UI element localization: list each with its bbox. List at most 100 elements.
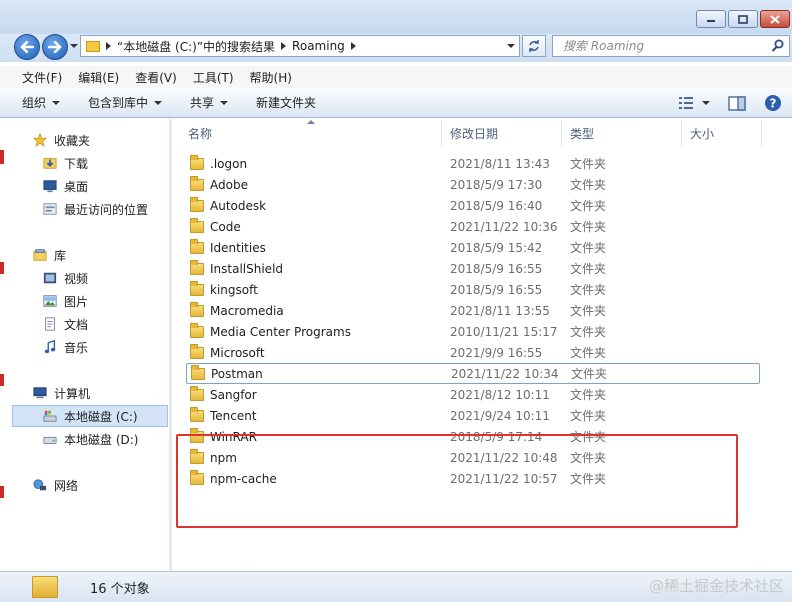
back-button[interactable] bbox=[14, 34, 40, 60]
nav-documents[interactable]: 文档 bbox=[12, 313, 168, 335]
window-controls bbox=[696, 10, 790, 28]
background-artifact bbox=[0, 374, 4, 386]
network-icon bbox=[33, 479, 47, 491]
file-date: 2018/5/9 17:30 bbox=[450, 177, 543, 192]
column-header-size-label: 大小 bbox=[690, 126, 715, 141]
forward-button[interactable] bbox=[42, 34, 68, 60]
preview-pane-icon[interactable] bbox=[728, 95, 746, 111]
organize-button[interactable]: 组织 bbox=[22, 94, 61, 111]
nav-music-label: 音乐 bbox=[64, 340, 89, 355]
new-folder-label: 新建文件夹 bbox=[256, 96, 317, 110]
include-in-library-label: 包含到库中 bbox=[88, 96, 149, 110]
file-date: 2010/11/21 15:17 bbox=[450, 324, 558, 339]
refresh-icon bbox=[529, 40, 539, 52]
file-date: 2018/5/9 15:42 bbox=[450, 240, 543, 255]
nav-libraries[interactable]: 库 bbox=[12, 244, 168, 266]
search-input[interactable] bbox=[561, 38, 761, 54]
column-header-type[interactable]: 类型 bbox=[562, 119, 682, 147]
file-name: .logon bbox=[210, 156, 248, 171]
menu-edit[interactable]: 编辑(E) bbox=[70, 69, 127, 86]
nav-desktop[interactable]: 桌面 bbox=[12, 175, 168, 197]
organize-label: 组织 bbox=[22, 96, 47, 110]
table-row[interactable]: Tencent 2021/9/24 10:11 文件夹 bbox=[186, 405, 760, 426]
music-icon bbox=[44, 340, 56, 354]
file-name: kingsoft bbox=[210, 282, 258, 297]
recent-pages-dropdown[interactable] bbox=[70, 44, 78, 48]
file-date: 2021/9/9 16:55 bbox=[450, 345, 543, 360]
folder-icon bbox=[190, 175, 204, 191]
column-header-name[interactable]: 名称 bbox=[172, 119, 442, 147]
maximize-button[interactable] bbox=[728, 10, 758, 28]
menu-help[interactable]: 帮助(H) bbox=[242, 69, 300, 86]
file-name: Macromedia bbox=[210, 303, 284, 318]
column-header-size[interactable]: 大小 bbox=[682, 119, 762, 147]
folder-icon bbox=[190, 385, 204, 401]
share-button[interactable]: 共享 bbox=[190, 94, 229, 111]
close-button[interactable] bbox=[760, 10, 790, 28]
nav-documents-label: 文档 bbox=[64, 317, 89, 332]
breadcrumb-separator-icon[interactable] bbox=[350, 42, 356, 50]
minimize-button[interactable] bbox=[696, 10, 726, 28]
background-artifact bbox=[0, 150, 4, 164]
help-icon[interactable]: ? bbox=[764, 94, 782, 112]
search-box[interactable] bbox=[552, 35, 790, 57]
title-bar bbox=[0, 0, 792, 34]
table-row[interactable]: Autodesk 2018/5/9 16:40 文件夹 bbox=[186, 195, 760, 216]
include-in-library-button[interactable]: 包含到库中 bbox=[88, 94, 163, 111]
file-name: Microsoft bbox=[210, 345, 265, 360]
breadcrumb-separator-icon[interactable] bbox=[106, 42, 111, 50]
file-name: Tencent bbox=[210, 408, 257, 423]
documents-icon bbox=[45, 317, 55, 331]
table-row-focused[interactable]: Postman 2021/11/22 10:34 文件夹 bbox=[186, 363, 760, 384]
table-row[interactable]: Identities 2018/5/9 15:42 文件夹 bbox=[186, 237, 760, 258]
menu-file[interactable]: 文件(F) bbox=[14, 69, 70, 86]
new-folder-button[interactable]: 新建文件夹 bbox=[256, 94, 316, 111]
arrow-right-icon bbox=[48, 41, 62, 53]
table-row[interactable]: Code 2021/11/22 10:36 文件夹 bbox=[186, 216, 760, 237]
table-row[interactable]: .logon 2021/8/11 13:43 文件夹 bbox=[186, 153, 760, 174]
table-row[interactable]: InstallShield 2018/5/9 16:55 文件夹 bbox=[186, 258, 760, 279]
drive-icon bbox=[43, 436, 57, 444]
nav-videos[interactable]: 视频 bbox=[12, 267, 168, 289]
menu-tools[interactable]: 工具(T) bbox=[185, 69, 242, 86]
nav-network[interactable]: 网络 bbox=[12, 474, 168, 496]
folder-icon bbox=[191, 364, 205, 380]
nav-music[interactable]: 音乐 bbox=[12, 336, 168, 358]
video-icon bbox=[43, 272, 57, 284]
file-date: 2018/5/9 16:55 bbox=[450, 282, 543, 297]
nav-computer[interactable]: 计算机 bbox=[12, 382, 168, 404]
table-row[interactable]: Microsoft 2021/9/9 16:55 文件夹 bbox=[186, 342, 760, 363]
table-row[interactable]: Macromedia 2021/8/11 13:55 文件夹 bbox=[186, 300, 760, 321]
item-count: 16 个对象 bbox=[90, 581, 150, 597]
column-header-date[interactable]: 修改日期 bbox=[442, 119, 562, 147]
background-artifact bbox=[0, 262, 4, 274]
nav-recent-places[interactable]: 最近访问的位置 bbox=[12, 198, 168, 220]
table-row[interactable]: Adobe 2018/5/9 17:30 文件夹 bbox=[186, 174, 760, 195]
nav-drive-d[interactable]: 本地磁盘 (D:) bbox=[12, 428, 168, 450]
file-name: Autodesk bbox=[210, 198, 267, 213]
nav-videos-label: 视频 bbox=[64, 271, 89, 286]
folder-icon bbox=[190, 259, 204, 275]
breadcrumb-search-results[interactable]: “本地磁盘 (C:)”中的搜索结果 bbox=[117, 38, 275, 55]
watermark: @稀土掘金技术社区 bbox=[648, 577, 784, 595]
search-icon[interactable] bbox=[771, 39, 785, 53]
nav-pictures[interactable]: 图片 bbox=[12, 290, 168, 312]
table-row[interactable]: Sangfor 2021/8/12 10:11 文件夹 bbox=[186, 384, 760, 405]
refresh-button[interactable] bbox=[522, 35, 546, 57]
folder-icon bbox=[190, 322, 204, 338]
address-bar[interactable]: “本地磁盘 (C:)”中的搜索结果 Roaming bbox=[80, 35, 520, 57]
nav-favorites[interactable]: 收藏夹 bbox=[12, 129, 168, 151]
nav-downloads[interactable]: 下载 bbox=[12, 152, 168, 174]
address-dropdown-icon[interactable] bbox=[507, 44, 515, 48]
breadcrumb-roaming[interactable]: Roaming bbox=[292, 39, 345, 53]
table-row[interactable]: Media Center Programs 2010/11/21 15:17 文… bbox=[186, 321, 760, 342]
downloads-folder-icon bbox=[43, 158, 57, 169]
column-header-type-label: 类型 bbox=[570, 126, 595, 141]
nav-drive-c[interactable]: 本地磁盘 (C:) bbox=[12, 405, 168, 427]
file-date: 2021/11/22 10:36 bbox=[450, 219, 558, 234]
breadcrumb-separator-icon[interactable] bbox=[281, 42, 287, 50]
table-row[interactable]: kingsoft 2018/5/9 16:55 文件夹 bbox=[186, 279, 760, 300]
change-view-button[interactable] bbox=[678, 96, 710, 110]
file-type: 文件夹 bbox=[570, 178, 607, 192]
menu-view[interactable]: 查看(V) bbox=[127, 69, 185, 86]
